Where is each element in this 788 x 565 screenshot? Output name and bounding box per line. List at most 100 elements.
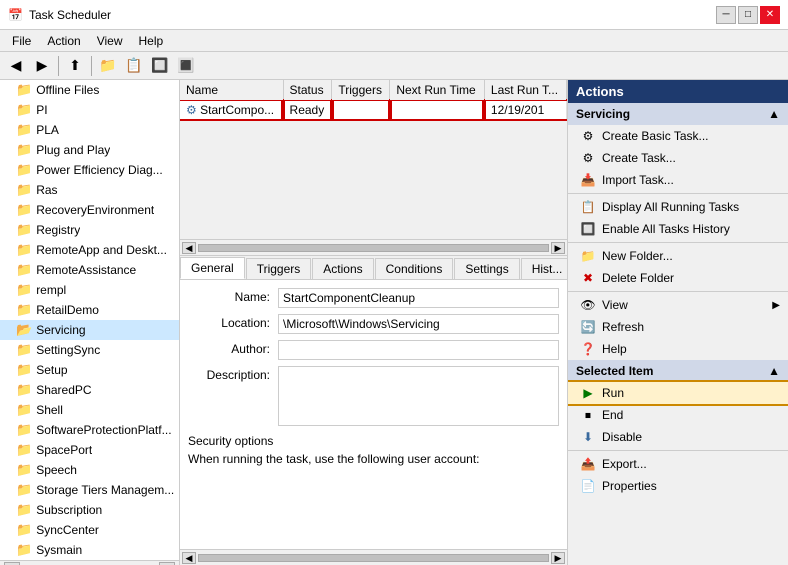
tab-actions[interactable]: Actions xyxy=(312,258,373,279)
action-display-running[interactable]: 📋 Display All Running Tasks xyxy=(568,196,788,218)
sidebar-item-speech[interactable]: 📁 Speech xyxy=(0,460,179,480)
servicing-section-header[interactable]: Servicing ▲ xyxy=(568,103,788,125)
menu-file[interactable]: File xyxy=(4,32,39,50)
description-textarea[interactable] xyxy=(278,366,559,426)
hscroll-right[interactable]: ▶ xyxy=(551,242,565,254)
sidebar-item-spaceport[interactable]: 📁 SpacePort xyxy=(0,440,179,460)
sidebar-item-setting-sync[interactable]: 📁 SettingSync xyxy=(0,340,179,360)
properties-button[interactable]: 📋 xyxy=(122,55,146,77)
sidebar-item-plug-and-play[interactable]: 📁 Plug and Play xyxy=(0,140,179,160)
action-help[interactable]: ❓ Help xyxy=(568,338,788,360)
menu-view[interactable]: View xyxy=(89,32,131,50)
author-input[interactable] xyxy=(278,340,559,360)
action-enable-all-history[interactable]: 🔲 Enable All Tasks History xyxy=(568,218,788,240)
action-disable[interactable]: ⬇ Disable xyxy=(568,426,788,448)
action-import-task[interactable]: 📥 Import Task... xyxy=(568,169,788,191)
sidebar-item-power-efficiency[interactable]: 📁 Power Efficiency Diag... xyxy=(0,160,179,180)
task-list[interactable]: Name Status Triggers Next Run Time Last … xyxy=(180,80,567,240)
back-button[interactable]: ◀ xyxy=(4,55,28,77)
action-create-task[interactable]: ⚙ Create Task... xyxy=(568,147,788,169)
sidebar-item-rempl[interactable]: 📁 rempl xyxy=(0,280,179,300)
run-icon: ▶ xyxy=(580,385,596,401)
sidebar-item-setup[interactable]: 📁 Setup xyxy=(0,360,179,380)
disable-icon: ⬇ xyxy=(580,429,596,445)
folder-icon: 📁 xyxy=(16,382,32,398)
sidebar-item-retail-demo[interactable]: 📁 RetailDemo xyxy=(0,300,179,320)
minimize-button[interactable]: ─ xyxy=(716,6,736,24)
selected-item-section-header[interactable]: Selected Item ▲ xyxy=(568,360,788,382)
folder-icon: 📁 xyxy=(16,162,32,178)
hscroll-left[interactable]: ◀ xyxy=(182,242,196,254)
view-arrow-icon: ▶ xyxy=(772,300,780,311)
toolbar: ◀ ▶ ⬆ 📁 📋 🔲 🔳 xyxy=(0,52,788,80)
sidebar-item-storage-tiers[interactable]: 📁 Storage Tiers Managem... xyxy=(0,480,179,500)
action-create-basic-task[interactable]: ⚙ Create Basic Task... xyxy=(568,125,788,147)
sidebar-scroll-right[interactable]: ▶ xyxy=(159,562,175,565)
sidebar-item-ras[interactable]: 📁 Ras xyxy=(0,180,179,200)
sidebar-item-pla[interactable]: 📁 PLA xyxy=(0,120,179,140)
folder-icon: 📁 xyxy=(16,462,32,478)
maximize-button[interactable]: □ xyxy=(738,6,758,24)
folder-icon: 📁 xyxy=(16,122,32,138)
folder-icon: 📁 xyxy=(16,442,32,458)
action-separator-2 xyxy=(568,242,788,243)
tab-triggers[interactable]: Triggers xyxy=(246,258,312,279)
forward-button[interactable]: ▶ xyxy=(30,55,54,77)
sidebar-item-offline-files[interactable]: 📁 Offline Files xyxy=(0,80,179,100)
show-hide-button[interactable]: 📁 xyxy=(96,55,120,77)
sidebar-item-remote-assistance[interactable]: 📁 RemoteAssistance xyxy=(0,260,179,280)
sidebar-scroll-left[interactable]: ◀ xyxy=(4,562,20,565)
action-new-folder[interactable]: 📁 New Folder... xyxy=(568,245,788,267)
task-status-cell: Ready xyxy=(283,101,332,120)
menu-help[interactable]: Help xyxy=(131,32,172,50)
action-properties[interactable]: 📄 Properties xyxy=(568,475,788,497)
table-row[interactable]: ⚙ StartCompo... Ready 12/19/201 xyxy=(180,101,567,120)
action-delete-folder[interactable]: ✖ Delete Folder xyxy=(568,267,788,289)
form-hscroll[interactable]: ◀ ▶ xyxy=(180,549,567,565)
tab-history[interactable]: Hist... xyxy=(521,258,568,279)
action-run-label: Run xyxy=(602,386,624,400)
action-help-label: Help xyxy=(602,342,627,356)
action-run[interactable]: ▶ Run xyxy=(568,382,788,404)
action-refresh[interactable]: 🔄 Refresh xyxy=(568,316,788,338)
tab-conditions[interactable]: Conditions xyxy=(375,258,454,279)
collapse-servicing-button[interactable]: ▲ xyxy=(768,107,780,121)
task-table: Name Status Triggers Next Run Time Last … xyxy=(180,80,567,119)
action-disable-label: Disable xyxy=(602,430,642,444)
collapse-selected-button[interactable]: ▲ xyxy=(768,364,780,378)
sidebar-item-recovery[interactable]: 📁 RecoveryEnvironment xyxy=(0,200,179,220)
folder-icon: 📁 xyxy=(16,82,32,98)
sidebar-item-remoteapp[interactable]: 📁 RemoteApp and Deskt... xyxy=(0,240,179,260)
up-button[interactable]: ⬆ xyxy=(63,55,87,77)
task-list-hscroll[interactable]: ◀ ▶ xyxy=(180,240,567,256)
close-button[interactable]: ✕ xyxy=(760,6,780,24)
action-end[interactable]: ⏹ End xyxy=(568,404,788,426)
sidebar-item-shell[interactable]: 📁 Shell xyxy=(0,400,179,420)
create-task-icon: ⚙ xyxy=(580,150,596,166)
sidebar-item-sharedpc[interactable]: 📁 SharedPC xyxy=(0,380,179,400)
sidebar-item-subscription[interactable]: 📁 Subscription xyxy=(0,500,179,520)
folder-icon: 📁 xyxy=(16,482,32,498)
sidebar-item-synccenter[interactable]: 📁 SyncCenter xyxy=(0,520,179,540)
refresh-toolbar-button[interactable]: 🔲 xyxy=(148,55,172,77)
action-view-label: View xyxy=(602,298,628,312)
sidebar-item-registry[interactable]: 📁 Registry xyxy=(0,220,179,240)
tab-general[interactable]: General xyxy=(180,257,245,279)
folder-icon: 📁 xyxy=(16,202,32,218)
action-view[interactable]: 👁 View ▶ xyxy=(568,294,788,316)
title-bar: 📅 Task Scheduler ─ □ ✕ xyxy=(0,0,788,30)
form-hscroll-right[interactable]: ▶ xyxy=(551,552,565,564)
tab-settings[interactable]: Settings xyxy=(454,258,519,279)
sidebar-item-software-protection[interactable]: 📁 SoftwareProtectionPlatf... xyxy=(0,420,179,440)
form-hscroll-left[interactable]: ◀ xyxy=(182,552,196,564)
refresh-icon: 🔄 xyxy=(580,319,596,335)
sidebar-item-pi[interactable]: 📁 PI xyxy=(0,100,179,120)
action-export[interactable]: 📤 Export... xyxy=(568,453,788,475)
help-toolbar-button[interactable]: 🔳 xyxy=(174,55,198,77)
location-input[interactable] xyxy=(278,314,559,334)
sidebar-item-servicing[interactable]: 📂 Servicing xyxy=(0,320,179,340)
menu-action[interactable]: Action xyxy=(39,32,88,50)
action-import-task-label: Import Task... xyxy=(602,173,674,187)
name-input[interactable] xyxy=(278,288,559,308)
sidebar-item-sysmain[interactable]: 📁 Sysmain xyxy=(0,540,179,560)
